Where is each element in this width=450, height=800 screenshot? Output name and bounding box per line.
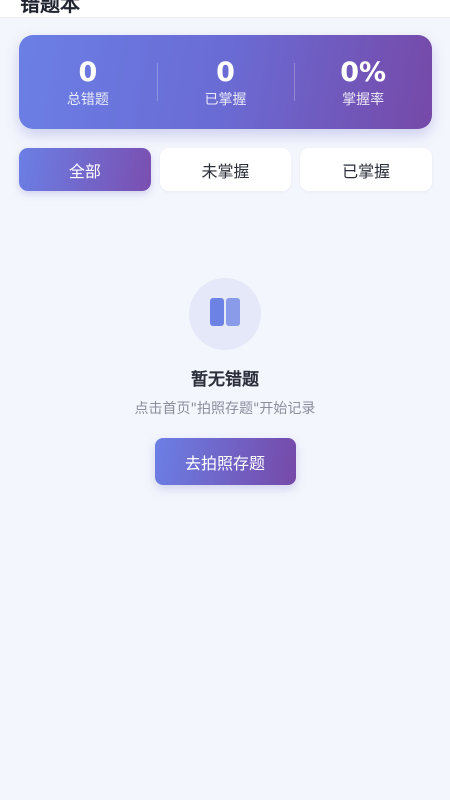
- empty-icon-container: [189, 278, 261, 350]
- take-photo-button[interactable]: 去拍照存题: [154, 438, 296, 485]
- stats-card: 0 总错题 0 已掌握 0% 掌握率: [19, 35, 432, 129]
- stat-mastered: 0 已掌握: [156, 35, 295, 129]
- empty-title: 暂无错题: [191, 370, 259, 390]
- empty-description: 点击首页"拍照存题"开始记录: [134, 401, 316, 417]
- top-bar: 错题本: [0, 0, 450, 18]
- stat-value: 0: [216, 56, 235, 88]
- stat-label: 总错题: [66, 91, 109, 108]
- book-icon: [210, 298, 240, 330]
- empty-state: 暂无错题 点击首页"拍照存题"开始记录 去拍照存题: [0, 278, 450, 485]
- tab-mastered[interactable]: 已掌握: [300, 148, 433, 191]
- stat-label: 掌握率: [342, 91, 385, 108]
- tab-all[interactable]: 全部: [19, 148, 151, 191]
- page-title: 错题本: [20, 0, 80, 16]
- filter-tabs: 全部 未掌握 已掌握: [19, 148, 433, 191]
- stat-value: 0%: [340, 56, 387, 88]
- stat-mastery-rate: 0% 掌握率: [294, 35, 432, 129]
- stat-label: 已掌握: [204, 91, 247, 108]
- stat-value: 0: [78, 56, 98, 88]
- stat-total-mistakes: 0 总错题: [19, 35, 157, 129]
- tab-not-mastered[interactable]: 未掌握: [159, 148, 292, 191]
